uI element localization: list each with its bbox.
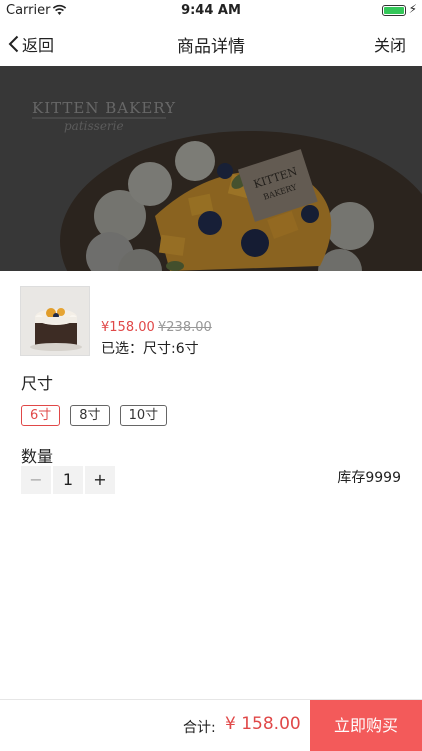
- checkout-bar: 合计: ¥ 158.00 立即购买: [0, 699, 422, 751]
- selected-spec: 已选：尺寸:6寸: [101, 341, 199, 357]
- product-hero-image: KITTEN BAKERY patisserie KITTEN BAKERY: [0, 66, 422, 271]
- quantity-value[interactable]: 1: [53, 466, 83, 494]
- size-options: 6寸 8寸 10寸: [21, 405, 168, 426]
- spec-selection-sheet: ¥158.00 ¥238.00 已选：尺寸:6寸 尺寸 6寸 8寸 10寸 数量…: [0, 271, 422, 699]
- total-price: ¥ 158.00: [225, 714, 301, 734]
- status-bar: Carrier 9:44 AM ⚡: [0, 0, 422, 22]
- clock: 9:44 AM: [181, 3, 241, 18]
- size-section-label: 尺寸: [21, 374, 54, 393]
- size-option-6[interactable]: 6寸: [21, 405, 61, 426]
- total-label: 合计:: [183, 720, 216, 736]
- size-option-10[interactable]: 10寸: [119, 405, 168, 426]
- original-price: ¥238.00: [158, 320, 212, 335]
- quantity-stepper: − 1 +: [21, 466, 115, 494]
- size-option-8[interactable]: 8寸: [70, 405, 110, 426]
- current-price: ¥158.00: [101, 320, 155, 335]
- page-title: 商品详情: [177, 37, 245, 57]
- stock-count: 库存9999: [337, 470, 401, 486]
- close-button[interactable]: 关闭: [374, 32, 406, 56]
- decrement-button[interactable]: −: [21, 466, 51, 494]
- charging-icon: ⚡: [408, 2, 417, 16]
- navigation-bar: 返回 商品详情 关闭: [0, 22, 422, 66]
- quantity-section-label: 数量: [21, 447, 54, 466]
- product-thumbnail: [20, 286, 90, 356]
- buy-now-button[interactable]: 立即购买: [310, 700, 422, 751]
- dim-overlay: [0, 66, 422, 271]
- battery-icon: [382, 5, 406, 16]
- increment-button[interactable]: +: [85, 466, 115, 494]
